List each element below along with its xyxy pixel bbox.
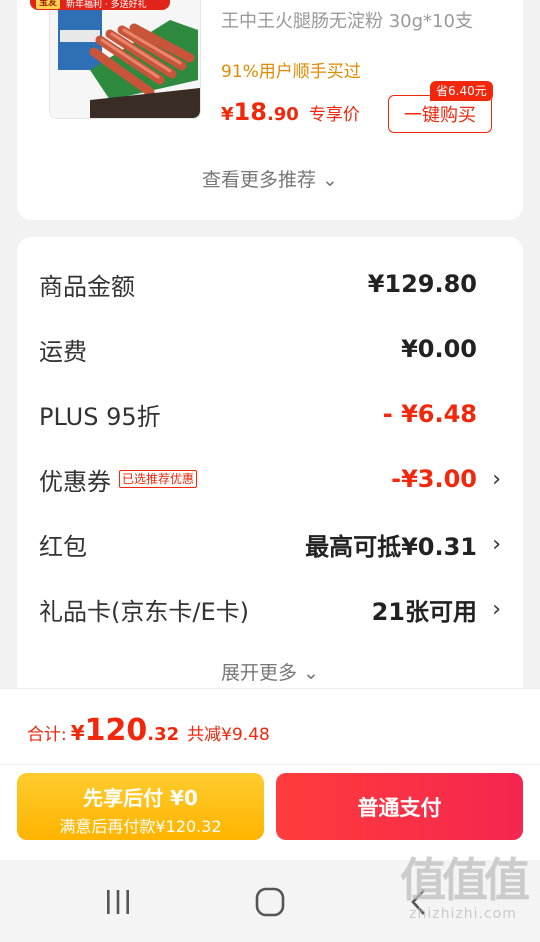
total-integer: 120: [84, 713, 148, 748]
price-tag: 专享价: [308, 105, 360, 125]
recommendation-card: 王中王火腿肠无淀粉 30g*10支 91%用户顺手买过 ¥ 18 .90 专享价…: [17, 0, 523, 220]
sausage-image: [50, 0, 200, 118]
watermark-url: zhizhizhi.com: [409, 906, 517, 922]
promo-banner: 宝友 新年福利 · 多送好礼: [30, 0, 170, 10]
recommended-coupon-tag: 已选推荐优惠: [119, 470, 198, 488]
price-currency: ¥: [221, 104, 234, 125]
total-label: 合计:: [27, 725, 67, 745]
promo-badge: 宝友: [36, 0, 61, 9]
buyers-percentage: 91%用户顺手买过: [221, 62, 361, 82]
chevron-right-icon: ›: [492, 596, 501, 622]
pay-later-subtitle: 满意后再付款¥120.32: [59, 817, 222, 836]
coupon-label: 优惠券 已选推荐优惠: [39, 462, 198, 497]
summary-row-goods-amount: 商品金额 ¥129.80: [39, 264, 523, 304]
summary-row-plus-discount: PLUS 95折 - ¥6.48: [39, 394, 523, 434]
red-packet-value: 最高可抵¥0.31: [305, 532, 477, 561]
normal-pay-button[interactable]: 普通支付: [276, 773, 523, 840]
price-decimal: .90: [266, 104, 299, 125]
total-amount: 合计: ¥ 120 .32 共减¥9.48: [27, 713, 270, 748]
summary-row-red-packet[interactable]: 红包 最高可抵¥0.31 ›: [39, 524, 523, 564]
gift-card-value: 21张可用: [371, 597, 477, 626]
promo-text: 新年福利 · 多送好礼: [66, 0, 147, 10]
red-packet-label: 红包: [39, 532, 87, 561]
summary-row-gift-card[interactable]: 礼品卡(京东卡/E卡) 21张可用 ›: [39, 589, 523, 629]
save-badge: 省6.40元: [430, 81, 493, 101]
total-bar: 合计: ¥ 120 .32 共减¥9.48: [0, 688, 540, 765]
watermark-logo: 值值值: [400, 853, 530, 907]
summary-row-shipping: 运费 ¥0.00: [39, 329, 523, 369]
chevron-right-icon: ›: [492, 531, 501, 557]
summary-row-coupon[interactable]: 优惠券 已选推荐优惠 -¥3.00 ›: [39, 459, 523, 499]
product-title[interactable]: 王中王火腿肠无淀粉 30g*10支: [221, 12, 473, 32]
plus-discount-label: PLUS 95折: [39, 402, 161, 431]
payment-area: 先享后付 ¥0 满意后再付款¥120.32 普通支付: [0, 765, 540, 860]
total-saved: 共减¥9.48: [187, 725, 270, 745]
pay-later-title: 先享后付 ¥0: [83, 786, 198, 810]
total-decimal: .32: [147, 724, 180, 745]
order-summary-card: 商品金额 ¥129.80 运费 ¥0.00 PLUS 95折 - ¥6.48 优…: [17, 237, 523, 707]
pay-later-button[interactable]: 先享后付 ¥0 满意后再付款¥120.32: [17, 773, 264, 840]
coupon-label-text: 优惠券: [39, 467, 111, 496]
site-watermark: 值值值 zhizhizhi.com: [388, 854, 538, 942]
exclusive-price: ¥ 18 .90 专享价: [221, 98, 360, 126]
recent-apps-icon[interactable]: [98, 884, 138, 920]
product-thumbnail[interactable]: [49, 0, 201, 119]
chevron-right-icon: ›: [492, 466, 501, 492]
price-integer: 18: [233, 98, 267, 126]
goods-amount-value: ¥129.80: [367, 270, 477, 298]
goods-amount-label: 商品金额: [39, 272, 135, 301]
total-currency: ¥: [70, 721, 85, 745]
coupon-value: -¥3.00: [391, 465, 477, 493]
plus-discount-value: - ¥6.48: [382, 400, 477, 428]
shipping-label: 运费: [39, 337, 87, 366]
see-more-recommendations[interactable]: 查看更多推荐 ⌄: [17, 165, 523, 192]
shipping-value: ¥0.00: [401, 335, 477, 363]
home-icon[interactable]: [250, 884, 290, 920]
gift-card-label: 礼品卡(京东卡/E卡): [39, 597, 249, 626]
expand-more[interactable]: 展开更多 ⌄: [17, 658, 523, 685]
